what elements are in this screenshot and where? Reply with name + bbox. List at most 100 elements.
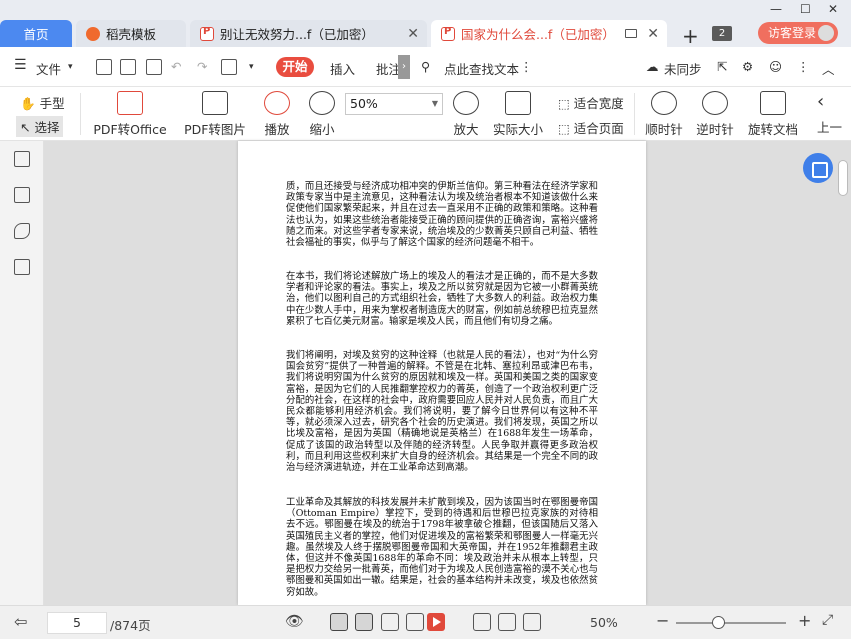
docer-icon xyxy=(86,26,100,41)
pdf-icon xyxy=(441,26,455,41)
chevron-down-icon[interactable]: ▾ xyxy=(68,62,73,72)
redo-icon[interactable]: ↷ xyxy=(197,59,207,74)
window-icon[interactable] xyxy=(625,29,637,38)
window-count-badge[interactable]: 2 xyxy=(712,26,732,41)
zoom-level: 50% xyxy=(590,615,618,630)
search-text[interactable]: 点此查找文本 xyxy=(444,59,519,78)
undo-icon[interactable]: ↶ xyxy=(171,59,181,74)
share-icon[interactable]: ⇱ xyxy=(717,59,727,74)
page-number-input[interactable]: 5 xyxy=(47,612,107,634)
play-label: 播放 xyxy=(264,122,290,137)
fullscreen-icon[interactable]: ⤢ xyxy=(822,612,833,628)
open-folder-icon[interactable] xyxy=(96,59,112,75)
actual-size-icon[interactable] xyxy=(473,613,491,631)
hand-icon: ✋ xyxy=(20,96,36,111)
book-view-icon[interactable] xyxy=(406,613,424,631)
floating-convert-button[interactable] xyxy=(803,153,833,183)
rotate-clockwise-button[interactable]: 顺时针 xyxy=(644,91,684,138)
close-icon[interactable]: ✕ xyxy=(407,26,419,42)
sync-status[interactable]: 未同步 xyxy=(664,59,702,78)
collapse-ribbon-icon[interactable]: ︿ xyxy=(822,59,835,78)
left-sidebar xyxy=(0,141,44,605)
tab-scroll-right-icon[interactable]: › xyxy=(398,55,410,79)
annotation-icon[interactable] xyxy=(14,223,30,239)
pdf-to-image-button[interactable]: PDF转图片 xyxy=(184,91,246,138)
cloud-sync-icon[interactable]: ☁ xyxy=(646,59,659,74)
tab-home-label: 首页 xyxy=(23,27,49,42)
zoom-in-icon[interactable]: + xyxy=(798,611,811,630)
more-icon[interactable]: ⋮ xyxy=(520,59,533,74)
fit-width-button[interactable]: ⬚ 适合宽度 xyxy=(558,93,624,112)
fit-page-button[interactable]: ⬚ 适合页面 xyxy=(558,118,624,137)
zoom-slider[interactable] xyxy=(676,616,786,629)
actual-size-label: 实际大小 xyxy=(492,122,543,137)
fit-page-label: 适合页面 xyxy=(573,121,624,136)
actual-size-button[interactable]: 实际大小 xyxy=(492,91,544,138)
zoom-value: 50% xyxy=(350,96,378,111)
save-icon[interactable] xyxy=(120,59,136,75)
more-chevron-icon[interactable]: ▾ xyxy=(249,62,254,72)
outline-icon[interactable] xyxy=(14,151,30,167)
cursor-icon: ↖ xyxy=(20,120,31,135)
menu-hamburger-icon[interactable]: ☰ xyxy=(14,57,27,73)
continuous-page-icon[interactable] xyxy=(355,613,373,631)
status-bar: ⇦ 5 /874页 👁 50% − + ⤢ xyxy=(0,605,851,639)
chevron-left-icon: ‹ xyxy=(817,91,825,112)
fit-page-icon: ⬚ xyxy=(558,121,570,136)
fit-width-icon[interactable] xyxy=(523,613,541,631)
eye-icon[interactable]: 👁 xyxy=(285,612,304,630)
pdf-to-office-button[interactable]: PDF转Office xyxy=(90,91,170,138)
tab-document-2[interactable]: 别让无效努力...f（已加密） ✕ xyxy=(190,20,427,47)
menu-insert[interactable]: 插入 xyxy=(330,59,355,78)
double-page-icon[interactable] xyxy=(381,613,399,631)
ribbon-toolbar: ✋ 手型 ↖ 选择 PDF转Office PDF转图片 播放 缩小 50% ▼ … xyxy=(0,87,851,141)
maximize-icon[interactable]: ☐ xyxy=(800,2,811,16)
actual-size-icon xyxy=(505,91,531,115)
hand-tool-button[interactable]: ✋ 手型 xyxy=(20,93,65,112)
bookmark-icon[interactable] xyxy=(14,259,30,275)
fit-page-icon[interactable] xyxy=(498,613,516,631)
zoom-in-button[interactable]: 放大 xyxy=(451,91,481,138)
minimize-icon[interactable]: — xyxy=(770,2,782,16)
tab-document-3[interactable]: 国家为什么会...f（已加密） ✕ xyxy=(431,20,667,47)
export-icon[interactable] xyxy=(221,59,237,75)
play-icon[interactable] xyxy=(427,613,445,631)
previous-page-button[interactable]: ‹ 上一 xyxy=(817,91,851,136)
paragraph: 工业革命及其解放的科技发展并未扩散到埃及，因为该国当时在鄂图曼帝国（Ottoma… xyxy=(286,497,598,598)
pdf-icon xyxy=(200,26,214,41)
rotate-document-button[interactable]: 旋转文档 xyxy=(747,91,799,138)
menu-bar: ☰ 文件 ▾ ↶ ↷ ▾ 开始 插入 批注 › ⚲ 点此查找文本 ⋮ ☁ 未同步… xyxy=(0,47,851,87)
hand-label: 手型 xyxy=(39,96,65,111)
zoom-slider-knob[interactable] xyxy=(712,616,725,629)
skin-icon[interactable]: ☺ xyxy=(769,59,782,74)
tab-home[interactable]: 首页 xyxy=(0,20,72,47)
single-page-icon[interactable] xyxy=(330,613,348,631)
zoom-select[interactable]: 50% ▼ xyxy=(345,93,443,115)
settings-icon[interactable]: ⚙ xyxy=(742,59,753,74)
divider xyxy=(80,93,81,135)
close-window-icon[interactable]: ✕ xyxy=(828,2,838,16)
rotate-document-label: 旋转文档 xyxy=(747,122,798,137)
previous-page-icon[interactable]: ⇦ xyxy=(14,612,27,631)
vertical-scrollbar[interactable] xyxy=(838,160,848,196)
rotate-counterclockwise-button[interactable]: 逆时针 xyxy=(695,91,735,138)
previous-label: 上一 xyxy=(817,120,843,135)
menu-file[interactable]: 文件 xyxy=(36,59,61,78)
tab-label: 国家为什么会...f（已加密） xyxy=(461,27,615,42)
play-button[interactable]: 播放 xyxy=(262,91,292,138)
menu-start[interactable]: 开始 xyxy=(276,57,314,77)
tab-docer-templates[interactable]: 稻壳模板 xyxy=(76,20,186,47)
play-icon xyxy=(264,91,290,115)
search-icon[interactable]: ⚲ xyxy=(421,59,430,74)
pdf-to-image-label: PDF转图片 xyxy=(184,122,246,137)
thumbnail-icon[interactable] xyxy=(14,187,30,203)
close-icon[interactable]: ✕ xyxy=(647,26,659,42)
zoom-out-button[interactable]: 缩小 xyxy=(306,91,338,138)
more-icon[interactable]: ⋮ xyxy=(797,59,810,74)
login-button[interactable]: 访客登录 xyxy=(758,22,838,44)
print-icon[interactable] xyxy=(146,59,162,75)
zoom-out-icon[interactable]: − xyxy=(656,611,669,630)
select-tool-button[interactable]: ↖ 选择 xyxy=(16,116,64,137)
new-tab-icon[interactable]: + xyxy=(682,24,699,48)
divider xyxy=(634,93,635,135)
